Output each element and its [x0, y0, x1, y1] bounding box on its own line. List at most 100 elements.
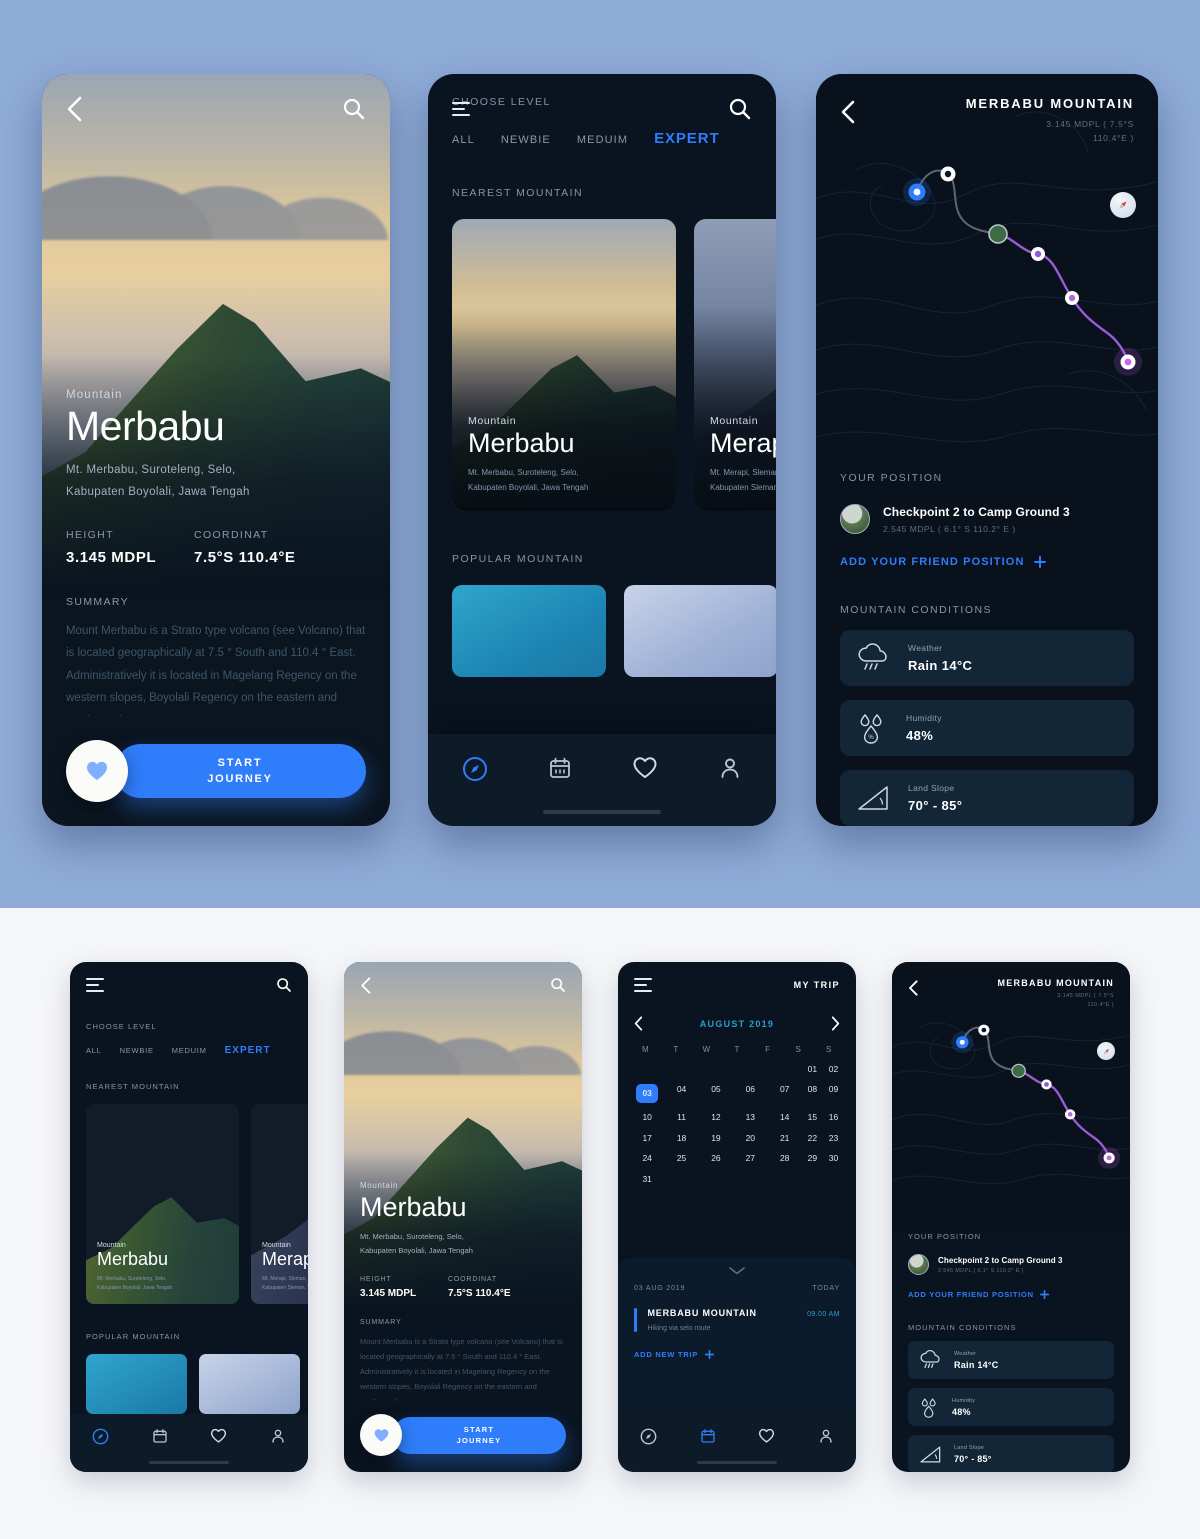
- calendar-day[interactable]: 14: [768, 1112, 802, 1123]
- plus-icon: [705, 1350, 714, 1359]
- add-friend-position-button[interactable]: ADD YOUR FRIEND POSITION: [840, 556, 1134, 568]
- weekday: F: [765, 1045, 770, 1054]
- chevron-down-icon[interactable]: [729, 1267, 745, 1275]
- list-screen: CHOOSE LEVEL ALL NEWBIE MEDUIM EXPERT NE…: [428, 74, 776, 826]
- calendar-day[interactable]: 08: [802, 1084, 823, 1103]
- tab-explore[interactable]: [462, 756, 488, 782]
- calendar-day-selected[interactable]: 03: [636, 1084, 659, 1104]
- calendar-day[interactable]: 26: [699, 1153, 733, 1164]
- start-journey-button[interactable]: START JOURNEY: [114, 744, 366, 798]
- next-month-button[interactable]: [831, 1016, 840, 1031]
- calendar-screen: MY TRIP AUGUST 2019 M T W T F S S ...: [618, 962, 856, 1472]
- tab-favorites[interactable]: [758, 1428, 775, 1444]
- condition-value: 48%: [952, 1406, 971, 1417]
- favorite-button[interactable]: [360, 1414, 402, 1456]
- card-address-2: Kabupaten Boyolali, Jawa Tengah: [97, 1285, 173, 1291]
- calendar-day[interactable]: 24: [630, 1153, 664, 1164]
- calendar-day[interactable]: 20: [733, 1133, 767, 1144]
- mountain-card[interactable]: Mountain Merbabu Mt. Merbabu, Suroteleng…: [452, 219, 676, 511]
- calendar-day[interactable]: 03: [630, 1084, 664, 1104]
- tab-calendar[interactable]: [700, 1428, 716, 1444]
- position-row[interactable]: Checkpoint 2 to Camp Ground 3 2.545 MDPL…: [908, 1254, 1114, 1275]
- calendar-day[interactable]: 16: [823, 1112, 844, 1123]
- calendar-day[interactable]: 29: [802, 1153, 823, 1164]
- mountain-card[interactable]: Mountain Merapi Mt. Merapi, Sleman, Kabu…: [694, 219, 776, 511]
- add-friend-position-button[interactable]: ADD YOUR FRIEND POSITION: [908, 1290, 1114, 1299]
- calendar-day[interactable]: 31: [630, 1174, 664, 1185]
- hamburger-menu-icon[interactable]: [86, 978, 104, 992]
- popular-card[interactable]: [86, 1354, 187, 1414]
- address: Mt. Merbabu, Suroteleng, Selo, Kabupaten…: [66, 460, 366, 503]
- level-newbie[interactable]: NEWBIE: [120, 1046, 154, 1055]
- calendar-day[interactable]: 21: [768, 1133, 802, 1144]
- tab-favorites[interactable]: [210, 1428, 227, 1444]
- choose-level-section: CHOOSE LEVEL ALL NEWBIE MEDUIM EXPERT: [70, 1022, 308, 1056]
- tab-profile[interactable]: [270, 1428, 286, 1444]
- hamburger-menu-icon[interactable]: [634, 978, 652, 992]
- calendar-day[interactable]: 18: [664, 1133, 698, 1144]
- calendar-day[interactable]: 12: [699, 1112, 733, 1123]
- back-button[interactable]: [66, 96, 82, 122]
- back-button[interactable]: [360, 976, 371, 994]
- calendar-day[interactable]: 30: [823, 1153, 844, 1164]
- calendar-day[interactable]: 06: [733, 1084, 767, 1103]
- condition-card-humidity: % Humidity 48%: [840, 700, 1134, 756]
- calendar-day[interactable]: 01: [802, 1064, 823, 1075]
- calendar-day[interactable]: 10: [630, 1112, 664, 1123]
- popular-mountain-section: POPULAR MOUNTAIN: [70, 1332, 308, 1414]
- calendar-day[interactable]: 22: [802, 1133, 823, 1144]
- add-trip-label: ADD NEW TRIP: [634, 1350, 698, 1359]
- level-all[interactable]: ALL: [86, 1046, 102, 1055]
- tab-calendar[interactable]: [152, 1428, 168, 1444]
- add-new-trip-button[interactable]: ADD NEW TRIP: [634, 1350, 840, 1359]
- mountain-card[interactable]: Mountain Merbabu Mt. Merbabu, Suroteleng…: [86, 1104, 239, 1304]
- calendar-grid[interactable]: .....01020304050607080910111213141516171…: [618, 1064, 856, 1185]
- calendar-day[interactable]: 23: [823, 1133, 844, 1144]
- tab-calendar[interactable]: [548, 756, 572, 780]
- start-journey-button[interactable]: START JOURNEY: [392, 1416, 566, 1454]
- level-meduim[interactable]: MEDUIM: [172, 1046, 207, 1055]
- favorite-button[interactable]: [66, 740, 128, 802]
- tab-favorites[interactable]: [632, 756, 658, 780]
- calendar-day[interactable]: 09: [823, 1084, 844, 1103]
- tab-explore[interactable]: [640, 1428, 657, 1445]
- compass-needle-icon[interactable]: [1097, 1042, 1115, 1060]
- calendar-day[interactable]: 05: [699, 1084, 733, 1103]
- tab-explore[interactable]: [92, 1428, 109, 1445]
- popular-card[interactable]: [199, 1354, 300, 1414]
- search-icon[interactable]: [728, 97, 752, 121]
- tab-profile[interactable]: [718, 756, 742, 780]
- prev-month-button[interactable]: [634, 1016, 643, 1031]
- search-icon[interactable]: [276, 977, 292, 993]
- calendar-day[interactable]: 15: [802, 1112, 823, 1123]
- hamburger-menu-icon[interactable]: [452, 102, 470, 116]
- calendar-day[interactable]: 17: [630, 1133, 664, 1144]
- calendar-day[interactable]: 19: [699, 1133, 733, 1144]
- calendar-day[interactable]: 25: [664, 1153, 698, 1164]
- calendar-day[interactable]: 04: [664, 1084, 698, 1103]
- calendar-day[interactable]: 07: [768, 1084, 802, 1103]
- nearest-card-carousel[interactable]: Mountain Merbabu Mt. Merbabu, Suroteleng…: [86, 1104, 308, 1304]
- calendar-day[interactable]: 13: [733, 1112, 767, 1123]
- position-row[interactable]: Checkpoint 2 to Camp Ground 3 2.545 MDPL…: [840, 504, 1134, 534]
- stats-row: HEIGHT 3.145 MDPL COORDINAT 7.5°S 110.4°…: [66, 529, 366, 566]
- search-icon[interactable]: [342, 97, 366, 121]
- level-expert[interactable]: EXPERT: [225, 1045, 271, 1056]
- calendar-day[interactable]: 11: [664, 1112, 698, 1123]
- nearest-card-carousel[interactable]: Mountain Merbabu Mt. Merbabu, Suroteleng…: [452, 219, 776, 511]
- calendar-day[interactable]: 28: [768, 1153, 802, 1164]
- search-icon[interactable]: [550, 977, 566, 993]
- compass-needle-icon[interactable]: [1110, 192, 1136, 218]
- calendar-topbar: MY TRIP: [618, 962, 856, 1008]
- popular-card[interactable]: [624, 585, 776, 677]
- calendar-day[interactable]: 27: [733, 1153, 767, 1164]
- back-button[interactable]: [908, 978, 918, 996]
- add-friend-label: ADD YOUR FRIEND POSITION: [840, 556, 1025, 568]
- back-button[interactable]: [840, 96, 855, 124]
- popular-card[interactable]: [452, 585, 606, 677]
- position-text: Checkpoint 2 to Camp Ground 3 2.545 MDPL…: [938, 1256, 1063, 1274]
- mountain-card[interactable]: Mountain Merapi Mt. Merapi, Sleman, Kabu…: [251, 1104, 308, 1304]
- tab-profile[interactable]: [818, 1428, 834, 1444]
- calendar-day[interactable]: 02: [823, 1064, 844, 1075]
- trip-item[interactable]: MERBABU MOUNTAIN 09.00 AM Hiking via sel…: [634, 1308, 840, 1332]
